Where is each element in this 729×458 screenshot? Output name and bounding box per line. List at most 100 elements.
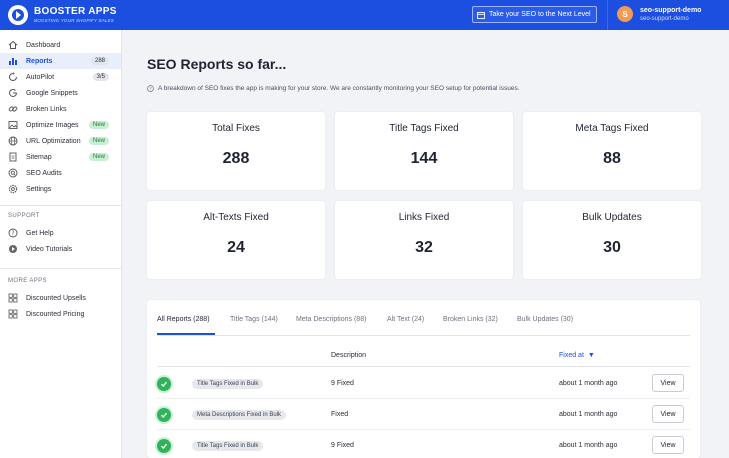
tab-bulk-updates[interactable]: Bulk Updates (30): [517, 316, 573, 323]
report-type-pill: Title Tags Fixed in Bulk: [192, 441, 264, 451]
sidebar-item-label: Optimize Images: [26, 121, 79, 129]
sidebar-item-label: AutoPilot: [26, 73, 55, 81]
page-title: SEO Reports so far...: [147, 56, 287, 72]
top-bar: BOOSTER APPS BOOSTING YOUR SHOPIFY SALES…: [0, 0, 729, 30]
play-icon: [8, 244, 18, 254]
sidebar-item-label: Get Help: [26, 229, 54, 237]
stat-card-meta-tags: Meta Tags Fixed 88: [523, 112, 701, 190]
stat-card-label: Bulk Updates: [582, 212, 642, 223]
tab-all-reports[interactable]: All Reports (288): [157, 316, 210, 323]
gear-icon: [8, 184, 18, 194]
stat-card-value: 288: [222, 150, 250, 167]
question-icon: ?: [147, 85, 154, 92]
calendar-icon: [477, 11, 485, 19]
stat-card-label: Alt-Texts Fixed: [203, 212, 269, 223]
sidebar-item-seo-audits[interactable]: SEO Audits: [0, 165, 121, 181]
row-fixed-at: about 1 month ago: [559, 380, 618, 387]
apps-icon: [8, 293, 18, 303]
tab-broken-links[interactable]: Broken Links (32): [443, 316, 498, 323]
sidebar-item-discounted-pricing[interactable]: Discounted Pricing: [0, 306, 121, 322]
sidebar-item-video-tutorials[interactable]: Video Tutorials: [0, 241, 121, 257]
sidebar-item-settings[interactable]: Settings: [0, 181, 121, 197]
table-row: Title Tags Fixed in Bulk 9 Fixed about 1…: [147, 368, 700, 399]
row-fixed-at: about 1 month ago: [559, 411, 618, 418]
stat-card-bulk-updates: Bulk Updates 30: [523, 201, 701, 279]
sort-desc-icon: ▼: [587, 352, 595, 359]
stat-card-label: Meta Tags Fixed: [575, 123, 649, 134]
page-description: ? A breakdown of SEO fixes the app is ma…: [147, 85, 520, 92]
header-divider: [607, 0, 608, 30]
search-icon: [8, 168, 18, 178]
sidebar-item-dashboard[interactable]: Dashboard: [0, 37, 121, 53]
report-type-pill: Title Tags Fixed in Bulk: [192, 379, 264, 389]
sidebar-item-broken-links[interactable]: Broken Links: [0, 101, 121, 117]
sidebar-item-reports[interactable]: Reports 288: [0, 53, 121, 69]
sidebar-item-label: Google Snippets: [26, 89, 78, 97]
svg-text:?: ?: [11, 230, 14, 237]
column-header-fixed-at[interactable]: Fixed at ▼: [559, 352, 595, 359]
document-icon: [8, 152, 18, 162]
sidebar-item-optimize-images[interactable]: Optimize Images New: [0, 117, 121, 133]
new-badge: New: [88, 153, 109, 161]
sidebar: Dashboard Reports 288 AutoPilot 3/5 Goog…: [0, 30, 122, 458]
stat-card-title-tags: Title Tags Fixed 144: [335, 112, 513, 190]
autopilot-badge: 3/5: [92, 73, 109, 81]
reports-count-badge: 288: [90, 57, 109, 65]
google-icon: [8, 88, 18, 98]
upgrade-cta-button[interactable]: Take your SEO to the Next Level: [472, 6, 597, 23]
sidebar-item-autopilot[interactable]: AutoPilot 3/5: [0, 69, 121, 85]
view-button[interactable]: View: [652, 436, 684, 454]
column-header-description: Description: [331, 352, 367, 359]
sidebar-item-label: Dashboard: [26, 41, 61, 49]
stat-card-value: 30: [603, 239, 621, 256]
sidebar-item-get-help[interactable]: ? Get Help: [0, 225, 121, 241]
stat-card-total-fixes: Total Fixes 288: [147, 112, 325, 190]
sidebar-item-label: Discounted Upsells: [26, 294, 86, 302]
home-icon: [8, 40, 18, 50]
avatar: S: [617, 6, 633, 22]
check-circle-icon: [157, 408, 171, 422]
table-header-divider: [157, 366, 690, 367]
sidebar-divider: [0, 268, 121, 269]
sidebar-divider: [0, 205, 121, 206]
new-badge: New: [88, 137, 109, 145]
user-name: seo-support-demo: [640, 6, 702, 14]
brand-name: BOOSTER APPS: [34, 5, 117, 17]
row-description: 9 Fixed: [331, 442, 354, 449]
user-menu[interactable]: S seo-support-demo seo-support-demo: [617, 6, 701, 22]
stat-card-value: 24: [227, 239, 245, 256]
stat-card-value: 32: [415, 239, 433, 256]
tab-title-tags[interactable]: Title Tags (144): [230, 316, 278, 323]
stat-card-label: Title Tags Fixed: [389, 123, 459, 134]
sidebar-item-label: SEO Audits: [26, 169, 62, 177]
tab-alt-text[interactable]: Alt Text (24): [387, 316, 424, 323]
fixed-at-label: Fixed at: [559, 352, 584, 359]
booster-logo-icon: [8, 5, 28, 25]
chart-icon: [8, 56, 18, 66]
sidebar-item-discounted-upsells[interactable]: Discounted Upsells: [0, 290, 121, 306]
cta-label: Take your SEO to the Next Level: [489, 11, 591, 18]
sidebar-item-label: Sitemap: [26, 153, 52, 161]
tab-meta-descriptions[interactable]: Meta Descriptions (88): [296, 316, 366, 323]
more-apps-section-title: MORE APPS: [8, 278, 47, 284]
report-type-pill: Meta Descriptions Fixed in Bulk: [192, 410, 287, 420]
check-circle-icon: [157, 377, 171, 391]
sidebar-item-label: Video Tutorials: [26, 245, 73, 253]
reports-panel: All Reports (288) Title Tags (144) Meta …: [147, 300, 700, 458]
stat-card-links: Links Fixed 32: [335, 201, 513, 279]
help-icon: ?: [8, 228, 18, 238]
stat-card-label: Links Fixed: [398, 212, 450, 223]
check-circle-icon: [157, 439, 171, 453]
sidebar-item-url-optimization[interactable]: URL Optimization New: [0, 133, 121, 149]
sidebar-item-label: Broken Links: [26, 105, 67, 113]
row-fixed-at: about 1 month ago: [559, 442, 618, 449]
stat-card-alt-texts: Alt-Texts Fixed 24: [147, 201, 325, 279]
sidebar-item-sitemap[interactable]: Sitemap New: [0, 149, 121, 165]
view-button[interactable]: View: [652, 374, 684, 392]
new-badge: New: [88, 121, 109, 129]
sidebar-item-google-snippets[interactable]: Google Snippets: [0, 85, 121, 101]
apps-icon: [8, 309, 18, 319]
brand-logo[interactable]: BOOSTER APPS BOOSTING YOUR SHOPIFY SALES: [8, 5, 117, 25]
link-icon: [8, 104, 18, 114]
view-button[interactable]: View: [652, 405, 684, 423]
